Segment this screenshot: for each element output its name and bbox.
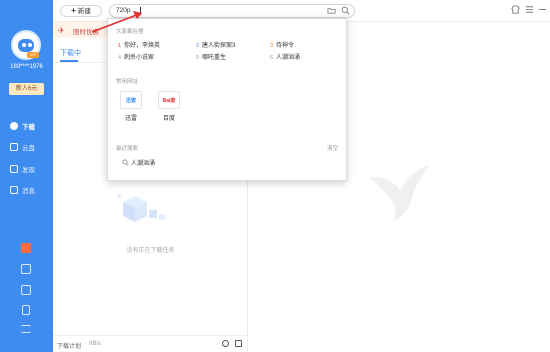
hot-text: 刺杀小说家 <box>124 55 155 61</box>
annotation-arrow-icon <box>91 11 142 33</box>
baidu-logo-icon: Bai度 <box>158 91 180 109</box>
message-icon <box>10 186 18 194</box>
empty-box-illustration <box>117 194 165 222</box>
tablet-icon[interactable] <box>22 305 30 315</box>
lock-icon[interactable] <box>235 340 242 347</box>
recent-search-text: 人潮汹涌 <box>131 161 156 167</box>
thunder-logo-icon: ✈ <box>58 26 65 35</box>
hot-search-item[interactable]: 5 哪吒重生 <box>196 52 226 61</box>
nav-item-label: 下载 <box>22 124 35 131</box>
recent-search-item[interactable]: 人潮汹涌 <box>122 158 155 167</box>
image-icon[interactable] <box>21 264 31 274</box>
menu-icon[interactable] <box>21 325 31 333</box>
sidebar: VIP 189****1976 新人6元 下载 云盘 发现 消息 <box>0 0 53 352</box>
hot-search-item[interactable]: 6 人潮汹涌 <box>270 52 300 61</box>
avatar-eye-left <box>22 43 26 47</box>
tab-downloading[interactable]: 下载中 <box>60 48 81 58</box>
hot-search-item[interactable]: 2 唐人街探案3 <box>196 40 235 49</box>
nav-item-message[interactable]: 消息 <box>0 182 53 198</box>
nav-item-discover[interactable]: 发现 <box>0 161 53 177</box>
new-task-label: 新建 <box>77 8 91 15</box>
search-icon <box>122 159 129 166</box>
clear-recent-button[interactable]: 清空 <box>327 144 338 152</box>
site-xunlei[interactable]: 迅雷 迅雷 <box>120 91 142 122</box>
recent-search-title: 最近搜索 <box>116 146 139 152</box>
avatar-eye-right <box>28 43 32 47</box>
download-plan-bar: 下载计划 0B/s <box>53 335 248 352</box>
nav-item-download[interactable]: 下载 <box>0 118 53 134</box>
discover-icon <box>10 165 18 173</box>
download-speed: 0B/s <box>89 341 102 347</box>
empty-state-text: 没有正在下载任务 <box>126 248 175 254</box>
thunder-bird-watermark-icon <box>369 165 430 221</box>
download-plan-label[interactable]: 下载计划 <box>57 341 81 350</box>
xunlei-logo-icon: 迅雷 <box>120 91 142 109</box>
nav-item-label: 消息 <box>22 188 35 195</box>
hot-search-item[interactable]: 4 刺杀小说家 <box>118 52 154 61</box>
download-icon <box>10 122 18 130</box>
nav-item-label: 云盘 <box>22 145 35 152</box>
hot-search-item[interactable]: 3 侍神令 <box>270 40 294 49</box>
folder-icon[interactable] <box>327 6 336 15</box>
menu-lines-icon[interactable] <box>525 5 534 14</box>
skin-icon[interactable] <box>511 5 520 14</box>
vip-badge: VIP <box>27 52 39 58</box>
gift-icon[interactable] <box>21 243 31 253</box>
hot-text: 人潮汹涌 <box>276 55 301 61</box>
user-phone: 189****1976 <box>10 64 43 70</box>
site-label: 迅雷 <box>124 116 137 122</box>
common-sites-title: 常用网址 <box>116 79 139 85</box>
search-icon[interactable] <box>341 6 350 15</box>
site-label: 百度 <box>162 116 175 122</box>
nav-item-cloud[interactable]: 云盘 <box>0 139 53 155</box>
crown-icon[interactable] <box>21 285 31 295</box>
newcomer-promo-button[interactable]: 新人6元 <box>9 83 44 95</box>
cloud-icon <box>10 143 18 151</box>
minimize-icon[interactable] <box>538 5 547 14</box>
plus-icon: + <box>71 6 76 15</box>
search-suggestions-dropdown: 大家都在搜 1 你好，李焕英 2 唐人街探案3 3 侍神令 4 刺杀小说家 5 哪吒重生 … <box>107 18 347 181</box>
search-actions <box>327 6 350 15</box>
hot-text: 你好，李焕英 <box>124 43 161 49</box>
hot-text: 唐人街探案3 <box>202 43 236 49</box>
hot-text: 侍神令 <box>276 43 295 49</box>
hot-text: 哪吒重生 <box>202 55 227 61</box>
speed-icon[interactable] <box>222 340 229 347</box>
site-baidu[interactable]: Bai度 百度 <box>158 91 180 122</box>
hot-search-item[interactable]: 1 你好，李焕英 <box>118 40 160 49</box>
nav-item-label: 发现 <box>22 167 35 174</box>
